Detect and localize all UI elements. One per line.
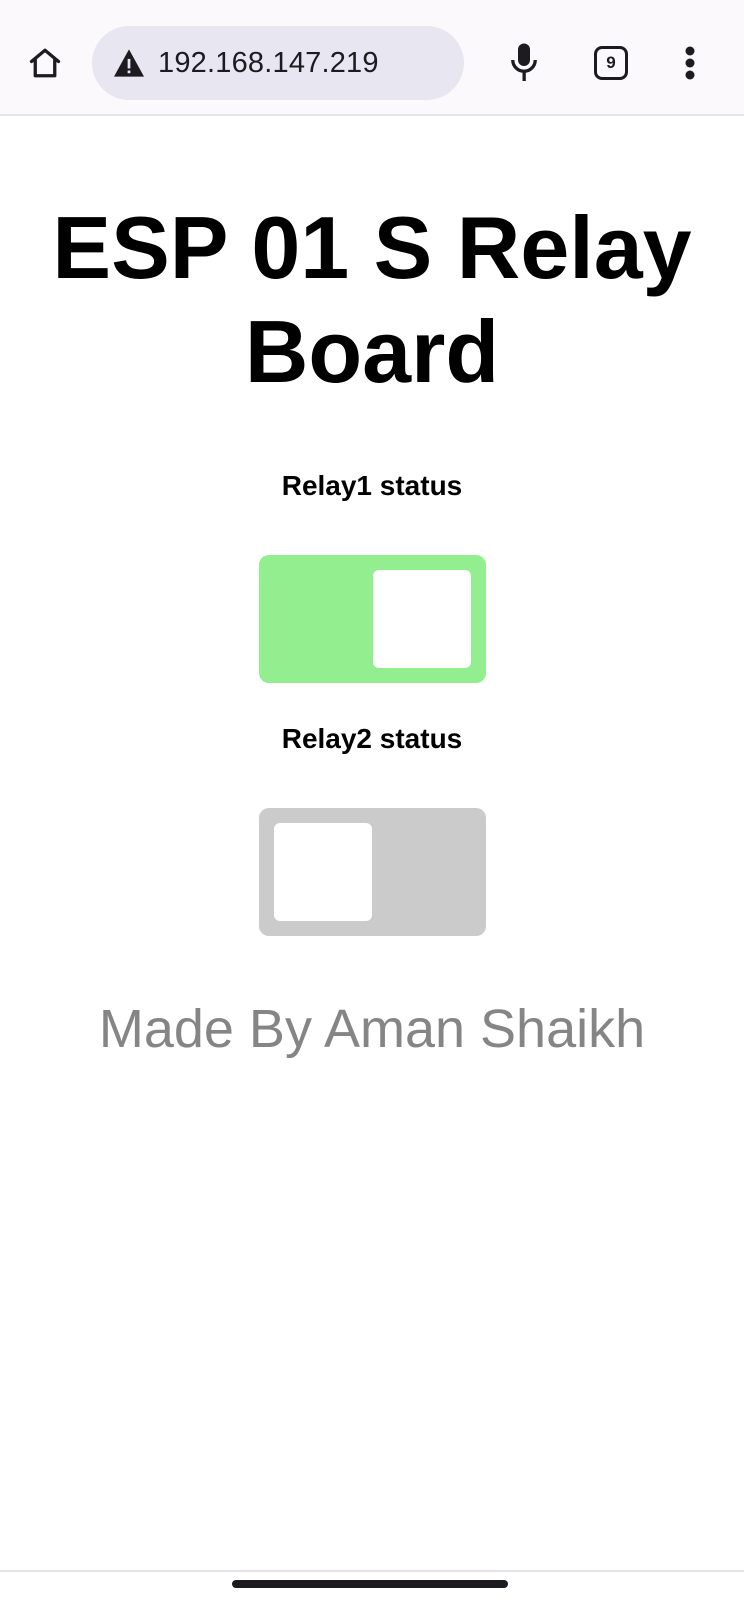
- home-button[interactable]: [20, 38, 70, 88]
- relay2-status-label: Relay2 status: [281, 723, 463, 754]
- footer-credit: Made By Aman Shaikh: [98, 999, 646, 1059]
- more-vert-icon: [685, 46, 695, 80]
- warning-triangle-icon[interactable]: [112, 48, 146, 78]
- gesture-navigation-bar[interactable]: [232, 1580, 508, 1588]
- page-content: ESP 01 S Relay Board Relay1 status Relay…: [0, 118, 744, 1059]
- tab-switcher-button[interactable]: 9: [594, 46, 628, 80]
- voice-search-button[interactable]: [502, 38, 546, 88]
- home-icon: [29, 48, 61, 78]
- relay1-status-label: Relay1 status: [281, 470, 463, 501]
- bottom-divider: [0, 1570, 744, 1572]
- browser-toolbar: 192.168.147.219 9: [0, 0, 744, 116]
- relay2-toggle[interactable]: [259, 808, 486, 936]
- microphone-icon: [511, 43, 537, 81]
- relay1-toggle-knob: [373, 570, 471, 668]
- page-title: ESP 01 S Relay Board: [52, 198, 692, 401]
- relay2-toggle-knob: [274, 823, 372, 921]
- relay1-toggle[interactable]: [259, 555, 486, 683]
- tab-count: 9: [606, 53, 616, 72]
- more-options-button[interactable]: [672, 38, 708, 88]
- url-text[interactable]: 192.168.147.219: [158, 47, 379, 80]
- address-bar[interactable]: 192.168.147.219: [92, 26, 464, 100]
